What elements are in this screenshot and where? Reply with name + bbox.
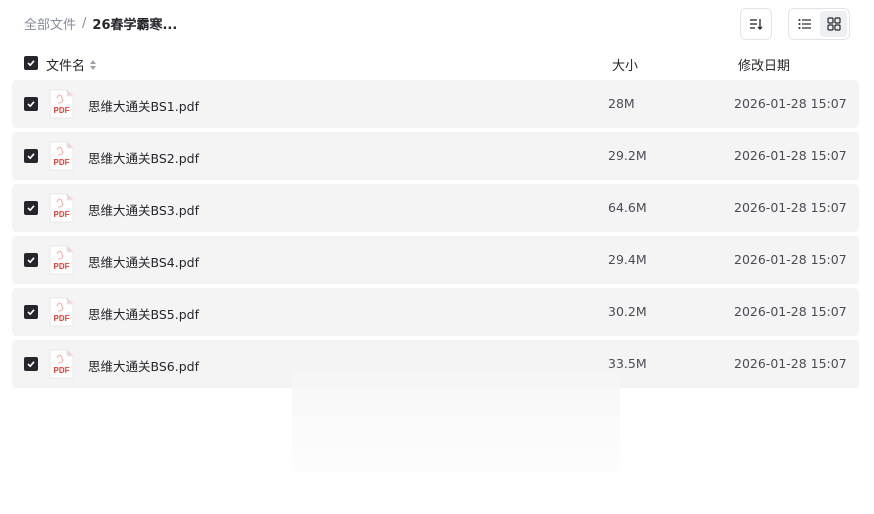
pdf-file-icon: PDF [49,297,74,327]
row-checkbox[interactable] [24,149,38,163]
pdf-file-icon: PDF [49,141,74,171]
file-name: 思维大通关BS6.pdf [88,359,199,374]
list-view-button[interactable] [791,11,818,37]
pdf-file-icon: PDF [49,245,74,275]
file-row[interactable]: PDF 思维大通关BS3.pdf 64.6M 2026-01-28 15:07 [12,184,859,232]
file-date: 2026-01-28 15:07 [734,148,847,163]
header: 全部文件 / 26春学霸寒... [0,0,874,48]
column-header: 文件名 大小 修改日期 [0,52,874,76]
svg-text:PDF: PDF [54,106,70,115]
file-list: PDF 思维大通关BS1.pdf 28M 2026-01-28 15:07 PD… [12,80,859,392]
file-name: 思维大通关BS4.pdf [88,255,199,270]
sort-list-icon [750,19,763,30]
file-row[interactable]: PDF 思维大通关BS4.pdf 29.4M 2026-01-28 15:07 [12,236,859,284]
column-date-label: 修改日期 [738,59,791,74]
file-name: 思维大通关BS1.pdf [88,99,199,114]
row-checkbox[interactable] [24,305,38,319]
file-size: 30.2M [608,304,647,319]
row-checkbox[interactable] [24,201,38,215]
column-name-sort[interactable]: 文件名 [46,55,97,74]
file-size: 64.6M [608,200,647,215]
file-size: 28M [608,96,635,111]
view-toggle [788,8,850,40]
file-name: 思维大通关BS3.pdf [88,203,199,218]
svg-text:PDF: PDF [54,366,70,375]
pdf-file-icon: PDF [49,349,74,379]
sort-button[interactable] [740,8,772,40]
file-date: 2026-01-28 15:07 [734,96,847,111]
pdf-file-icon: PDF [49,89,74,119]
file-browser: 全部文件 / 26春学霸寒... 文件名 大小 修改日期 PDF 思维大通关BS… [0,0,874,514]
breadcrumb-separator: / [82,16,87,31]
checkmark-icon [27,101,35,108]
file-row[interactable]: PDF 思维大通关BS1.pdf 28M 2026-01-28 15:07 [12,80,859,128]
breadcrumb: 全部文件 / 26春学霸寒... [24,14,177,33]
column-name-label: 文件名 [46,59,86,74]
file-row[interactable]: PDF 思维大通关BS5.pdf 30.2M 2026-01-28 15:07 [12,288,859,336]
svg-text:PDF: PDF [54,158,70,167]
checkmark-icon [27,361,35,368]
file-row[interactable]: PDF 思维大通关BS2.pdf 29.2M 2026-01-28 15:07 [12,132,859,180]
file-date: 2026-01-28 15:07 [734,252,847,267]
checkmark-icon [27,60,35,67]
column-size-label: 大小 [612,59,639,74]
file-date: 2026-01-28 15:07 [734,356,847,371]
file-date: 2026-01-28 15:07 [734,200,847,215]
file-size: 33.5M [608,356,647,371]
row-checkbox[interactable] [24,357,38,371]
svg-text:PDF: PDF [54,210,70,219]
select-all-checkbox[interactable] [24,56,38,70]
file-date: 2026-01-28 15:07 [734,304,847,319]
breadcrumb-current-folder: 26春学霸寒... [92,18,178,33]
checkmark-icon [27,153,35,160]
row-checkbox[interactable] [24,97,38,111]
file-name: 思维大通关BS2.pdf [88,151,199,166]
svg-text:PDF: PDF [54,314,70,323]
file-name: 思维大通关BS5.pdf [88,307,199,322]
svg-text:PDF: PDF [54,262,70,271]
checkmark-icon [27,257,35,264]
checkmark-icon [27,309,35,316]
loading-overlay [292,370,620,472]
pdf-file-icon: PDF [49,193,74,223]
list-view-icon [798,19,811,29]
grid-view-button[interactable] [820,11,847,37]
file-size: 29.2M [608,148,647,163]
breadcrumb-root-link[interactable]: 全部文件 [24,14,76,33]
sort-toggle-icon [90,59,97,70]
row-checkbox[interactable] [24,253,38,267]
file-size: 29.4M [608,252,647,267]
grid-view-icon [826,17,841,31]
checkmark-icon [27,205,35,212]
